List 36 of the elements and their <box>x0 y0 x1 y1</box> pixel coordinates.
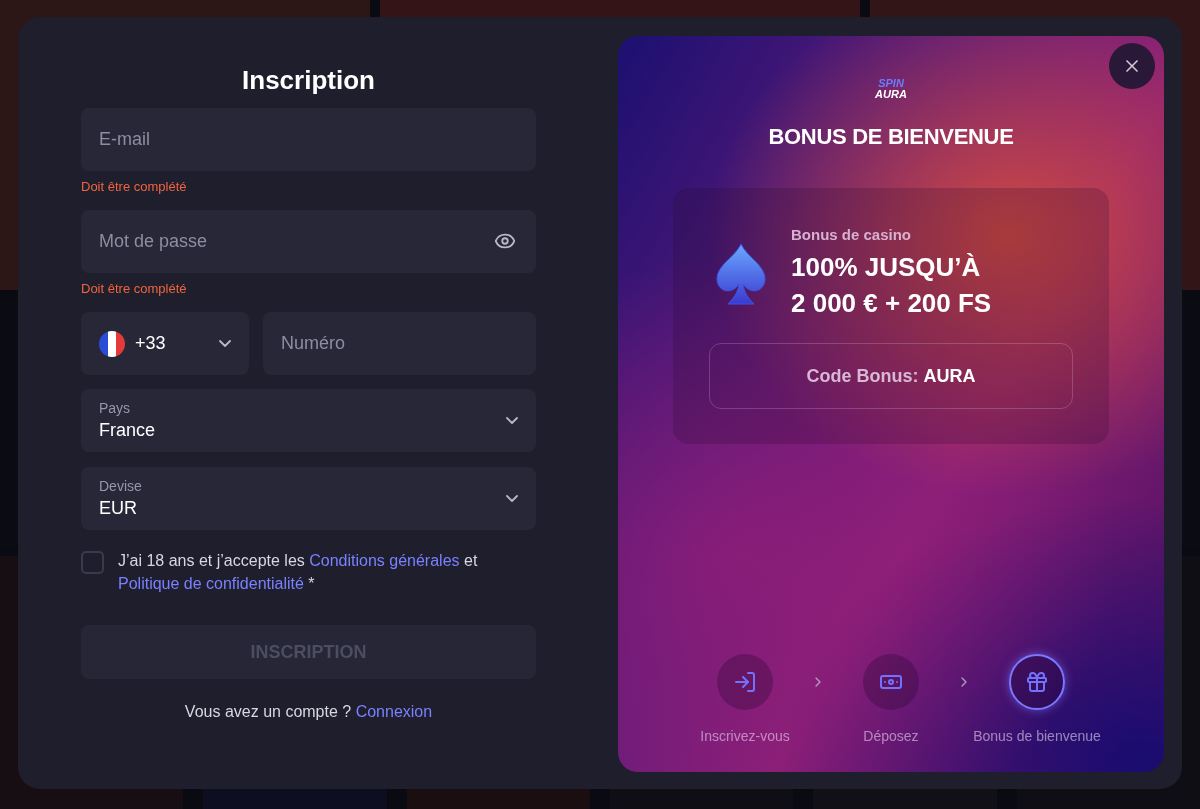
french-flag-icon <box>99 330 125 357</box>
bonus-headline: 100% JUSQU’À <box>791 251 982 284</box>
step-label: Bonus de bienvenue <box>973 728 1101 744</box>
consent-checkbox[interactable] <box>81 551 104 574</box>
select-label: Devise <box>99 478 143 494</box>
password-field[interactable]: Mot de passe <box>81 210 536 273</box>
step-label: Déposez <box>863 728 919 744</box>
gift-icon <box>1025 670 1049 694</box>
dropdown-select[interactable]: Pays France <box>81 389 536 452</box>
phone-number-field[interactable]: Numéro <box>263 312 536 375</box>
error-message: Doit être complété <box>81 179 188 195</box>
chevron-down-icon <box>506 495 518 502</box>
step-label: Inscrivez-vous <box>700 728 790 744</box>
terms-link[interactable]: Politique de confidentialité <box>118 575 304 592</box>
select-value: France <box>99 419 157 441</box>
country-code-select[interactable]: +33 <box>81 312 249 375</box>
close-button[interactable] <box>1109 43 1155 89</box>
spade-icon <box>715 242 767 305</box>
select-label: Pays <box>99 400 132 416</box>
login-prompt: Vous avez un compte ? Connexion <box>183 703 434 721</box>
logo: SPIN AURA <box>875 78 907 100</box>
dropdown-select[interactable]: Devise EUR <box>81 467 536 530</box>
email-field[interactable]: E-mail <box>81 108 536 171</box>
consent-text: J’ai 18 ans et j’accepte les Conditions générales et Politique de confidentialité * <box>118 551 479 594</box>
chevron-down-icon <box>506 417 518 424</box>
bonus-code: Code Bonus: AURA <box>806 365 976 387</box>
terms-link[interactable]: Conditions générales <box>309 552 460 569</box>
chevron-down-icon <box>219 340 231 347</box>
login-link[interactable]: Connexion <box>355 703 433 720</box>
form-title: Inscription <box>241 64 376 97</box>
bonus-headline: 2 000 € + 200 FS <box>791 287 992 320</box>
sign-in-icon <box>733 670 757 694</box>
bonus-label: Bonus de casino <box>791 226 913 243</box>
promo-heading: BONUS DE BIENVENUE <box>768 124 1014 150</box>
error-message: Doit être complété <box>81 281 188 297</box>
select-value: EUR <box>99 497 138 519</box>
